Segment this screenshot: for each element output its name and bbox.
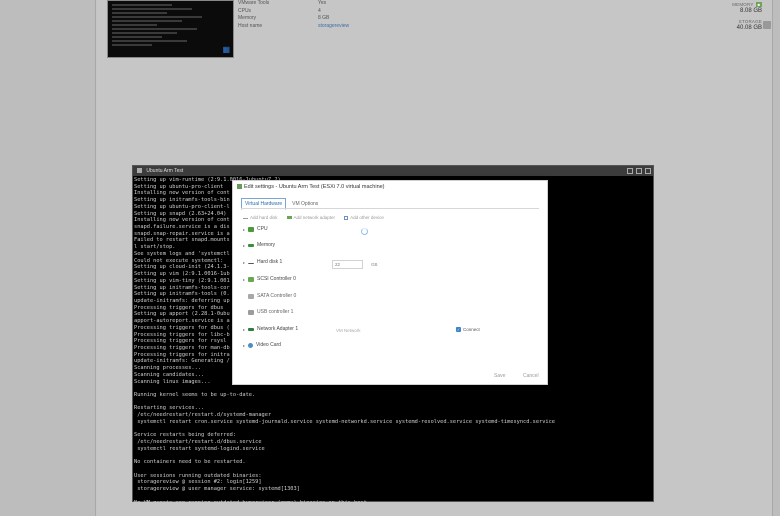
right-scrollbar[interactable] [772,0,780,516]
close-icon[interactable] [645,168,651,174]
add-network-adapter-button[interactable]: Add network adapter [286,215,336,220]
info-value: 4 [318,7,321,14]
scsi-controller-icon [248,276,254,282]
console-line: Service restarts being deferred: [134,432,237,439]
hardware-item-memory[interactable]: ▸ Memory [243,242,275,248]
vm-info-table: VMware Tools Yes CPUs 4 Memory 8 GB Host… [238,0,398,30]
add-hard-disk-label: Add hard disk [250,215,278,220]
console-line: Restarting services... [134,405,205,412]
video-card-icon [248,342,253,348]
hardware-label: CPU [257,226,268,232]
hardware-item-video-card[interactable]: ▸ Video Card [243,342,281,348]
add-network-adapter-label: Add network adapter [293,215,336,220]
loading-spinner-icon [361,228,368,235]
memory-label: MEMORY [732,2,754,7]
network-adapter-icon [248,327,254,331]
info-row: Memory 8 GB [238,15,398,23]
hard-disk-unit-select[interactable]: GB [371,262,378,267]
add-other-device-button[interactable]: Add other device [344,215,384,220]
info-row: Host name storagereview [238,23,398,31]
hardware-label: Hard disk 1 [257,259,283,265]
hard-disk-icon [243,216,248,219]
maximize-icon[interactable] [636,168,642,174]
network-adapter-icon [286,216,292,219]
vm-icon [137,168,142,174]
hardware-item-sata-controller[interactable]: SATA Controller 0 [243,293,296,299]
cancel-button[interactable]: Cancel [523,373,539,379]
console-line: systemctl restart systemd-logind.service [134,445,265,452]
info-key: Host name [238,22,263,29]
console-line: systemctl restart cron.service systemd-j… [134,418,555,425]
vm-console-thumbnail[interactable]: ▦ [107,0,234,58]
storage-summary: STORAGE 40.08 GB [737,19,762,31]
console-title-bar[interactable]: Ubuntu Arm Test [133,166,653,176]
memory-icon [248,243,254,247]
other-device-icon [344,215,349,220]
left-navigation-pane [0,0,96,516]
console-line: No VM guests are running outdated hyperv… [134,500,652,503]
hardware-item-cpu[interactable]: ▸ CPU [243,226,268,232]
memory-usage-badge: ■ [755,2,762,7]
add-other-device-label: Add other device [350,215,384,220]
sata-controller-icon [248,293,254,299]
info-row: CPUs 4 [238,8,398,16]
edit-settings-dialog: Edit settings - Ubuntu Arm Test (ESXi 7.… [232,180,548,385]
info-row: VMware Tools Yes [238,0,398,8]
hardware-toolbar: Add hard disk Add network adapter Add ot… [243,215,393,220]
hard-disk-size-input[interactable]: 22 [332,260,363,269]
connect-label: Connect [463,327,480,332]
info-key: VMware Tools [238,0,270,6]
host-name-link[interactable]: storagereview [318,23,398,31]
console-line: No containers need to be restarted. [134,459,246,466]
cpu-icon [248,226,254,232]
console-line: /etc/needrestart/restart.d/dbus.service [134,439,262,446]
console-line: storagereview @ user manager service: sy… [134,486,300,493]
vm-icon [237,184,242,190]
hardware-item-network-adapter[interactable]: ▸ Network Adapter 1 [243,326,298,332]
storage-label: STORAGE [738,19,762,24]
hardware-label: SCSI Controller 0 [257,276,296,282]
info-key: Memory [238,15,257,21]
storage-value: 40.08 GB [736,25,762,31]
hardware-label: Memory [257,242,276,248]
info-value: 8 GB [318,15,330,21]
console-open-icon[interactable]: ▦ [222,45,230,54]
console-line: Running kernel seems to be up-to-date. [134,392,256,398]
info-key: CPUs [238,7,252,14]
hardware-label: USB controller 1 [257,309,294,315]
tab-divider [241,208,539,209]
dialog-title: Edit settings - Ubuntu Arm Test (ESXi 7.… [237,184,385,190]
hard-disk-icon [248,261,254,264]
usb-controller-icon [248,309,254,315]
checkmark-icon: ✓ [456,327,461,332]
connect-checkbox[interactable]: ✓ Connect [456,327,480,332]
hardware-item-usb-controller[interactable]: USB controller 1 [243,309,293,315]
hardware-label: SATA Controller 0 [257,293,297,299]
save-button[interactable]: Save [494,373,505,379]
hardware-item-hard-disk[interactable]: ▸ Hard disk 1 [243,259,282,265]
network-select[interactable]: VM Network [336,328,361,333]
add-hard-disk-button[interactable]: Add hard disk [243,215,278,220]
memory-value: 8.08 GB [739,8,762,14]
console-line: /etc/needrestart/restart.d/systemd-manag… [134,412,272,419]
hardware-label: Network Adapter 1 [257,326,299,332]
storage-icon [763,21,771,29]
hardware-label: Video Card [256,342,281,348]
console-line: User sessions running outdated binaries: [134,472,262,479]
hardware-item-scsi-controller[interactable]: ▸ SCSI Controller 0 [243,276,296,282]
console-title: Ubuntu Arm Test [146,168,184,174]
info-value: Yes [318,0,327,6]
dialog-title-text: Edit settings - Ubuntu Arm Test (ESXi 7.… [244,184,385,190]
console-line: storagereview @ session #2: login[1259] [134,479,262,486]
memory-summary: MEMORY ■ 8.08 GB [732,2,762,14]
minimize-icon[interactable] [627,168,633,174]
